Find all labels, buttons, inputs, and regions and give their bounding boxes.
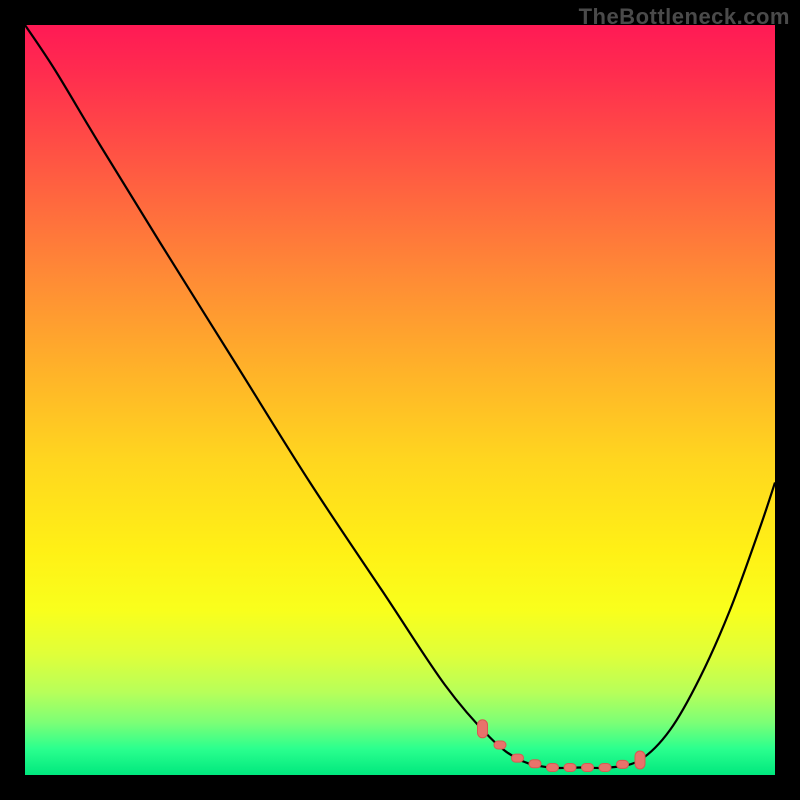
highlight-dash-marker [582,764,594,772]
bottleneck-curve-path [25,25,775,768]
highlight-end-marker [478,720,488,738]
highlight-dash-marker [494,741,506,749]
highlight-markers [478,720,646,772]
highlight-dash-marker [564,764,576,772]
chart-frame: TheBottleneck.com [0,0,800,800]
highlight-dash-marker [547,764,559,772]
highlight-dash-marker [617,760,629,768]
bottleneck-curve-svg [25,25,775,775]
highlight-dash-marker [599,764,611,772]
highlight-end-marker [635,751,645,769]
plot-area [25,25,775,775]
watermark-text: TheBottleneck.com [579,4,790,30]
highlight-dash-marker [529,760,541,768]
highlight-dash-marker [512,754,524,762]
